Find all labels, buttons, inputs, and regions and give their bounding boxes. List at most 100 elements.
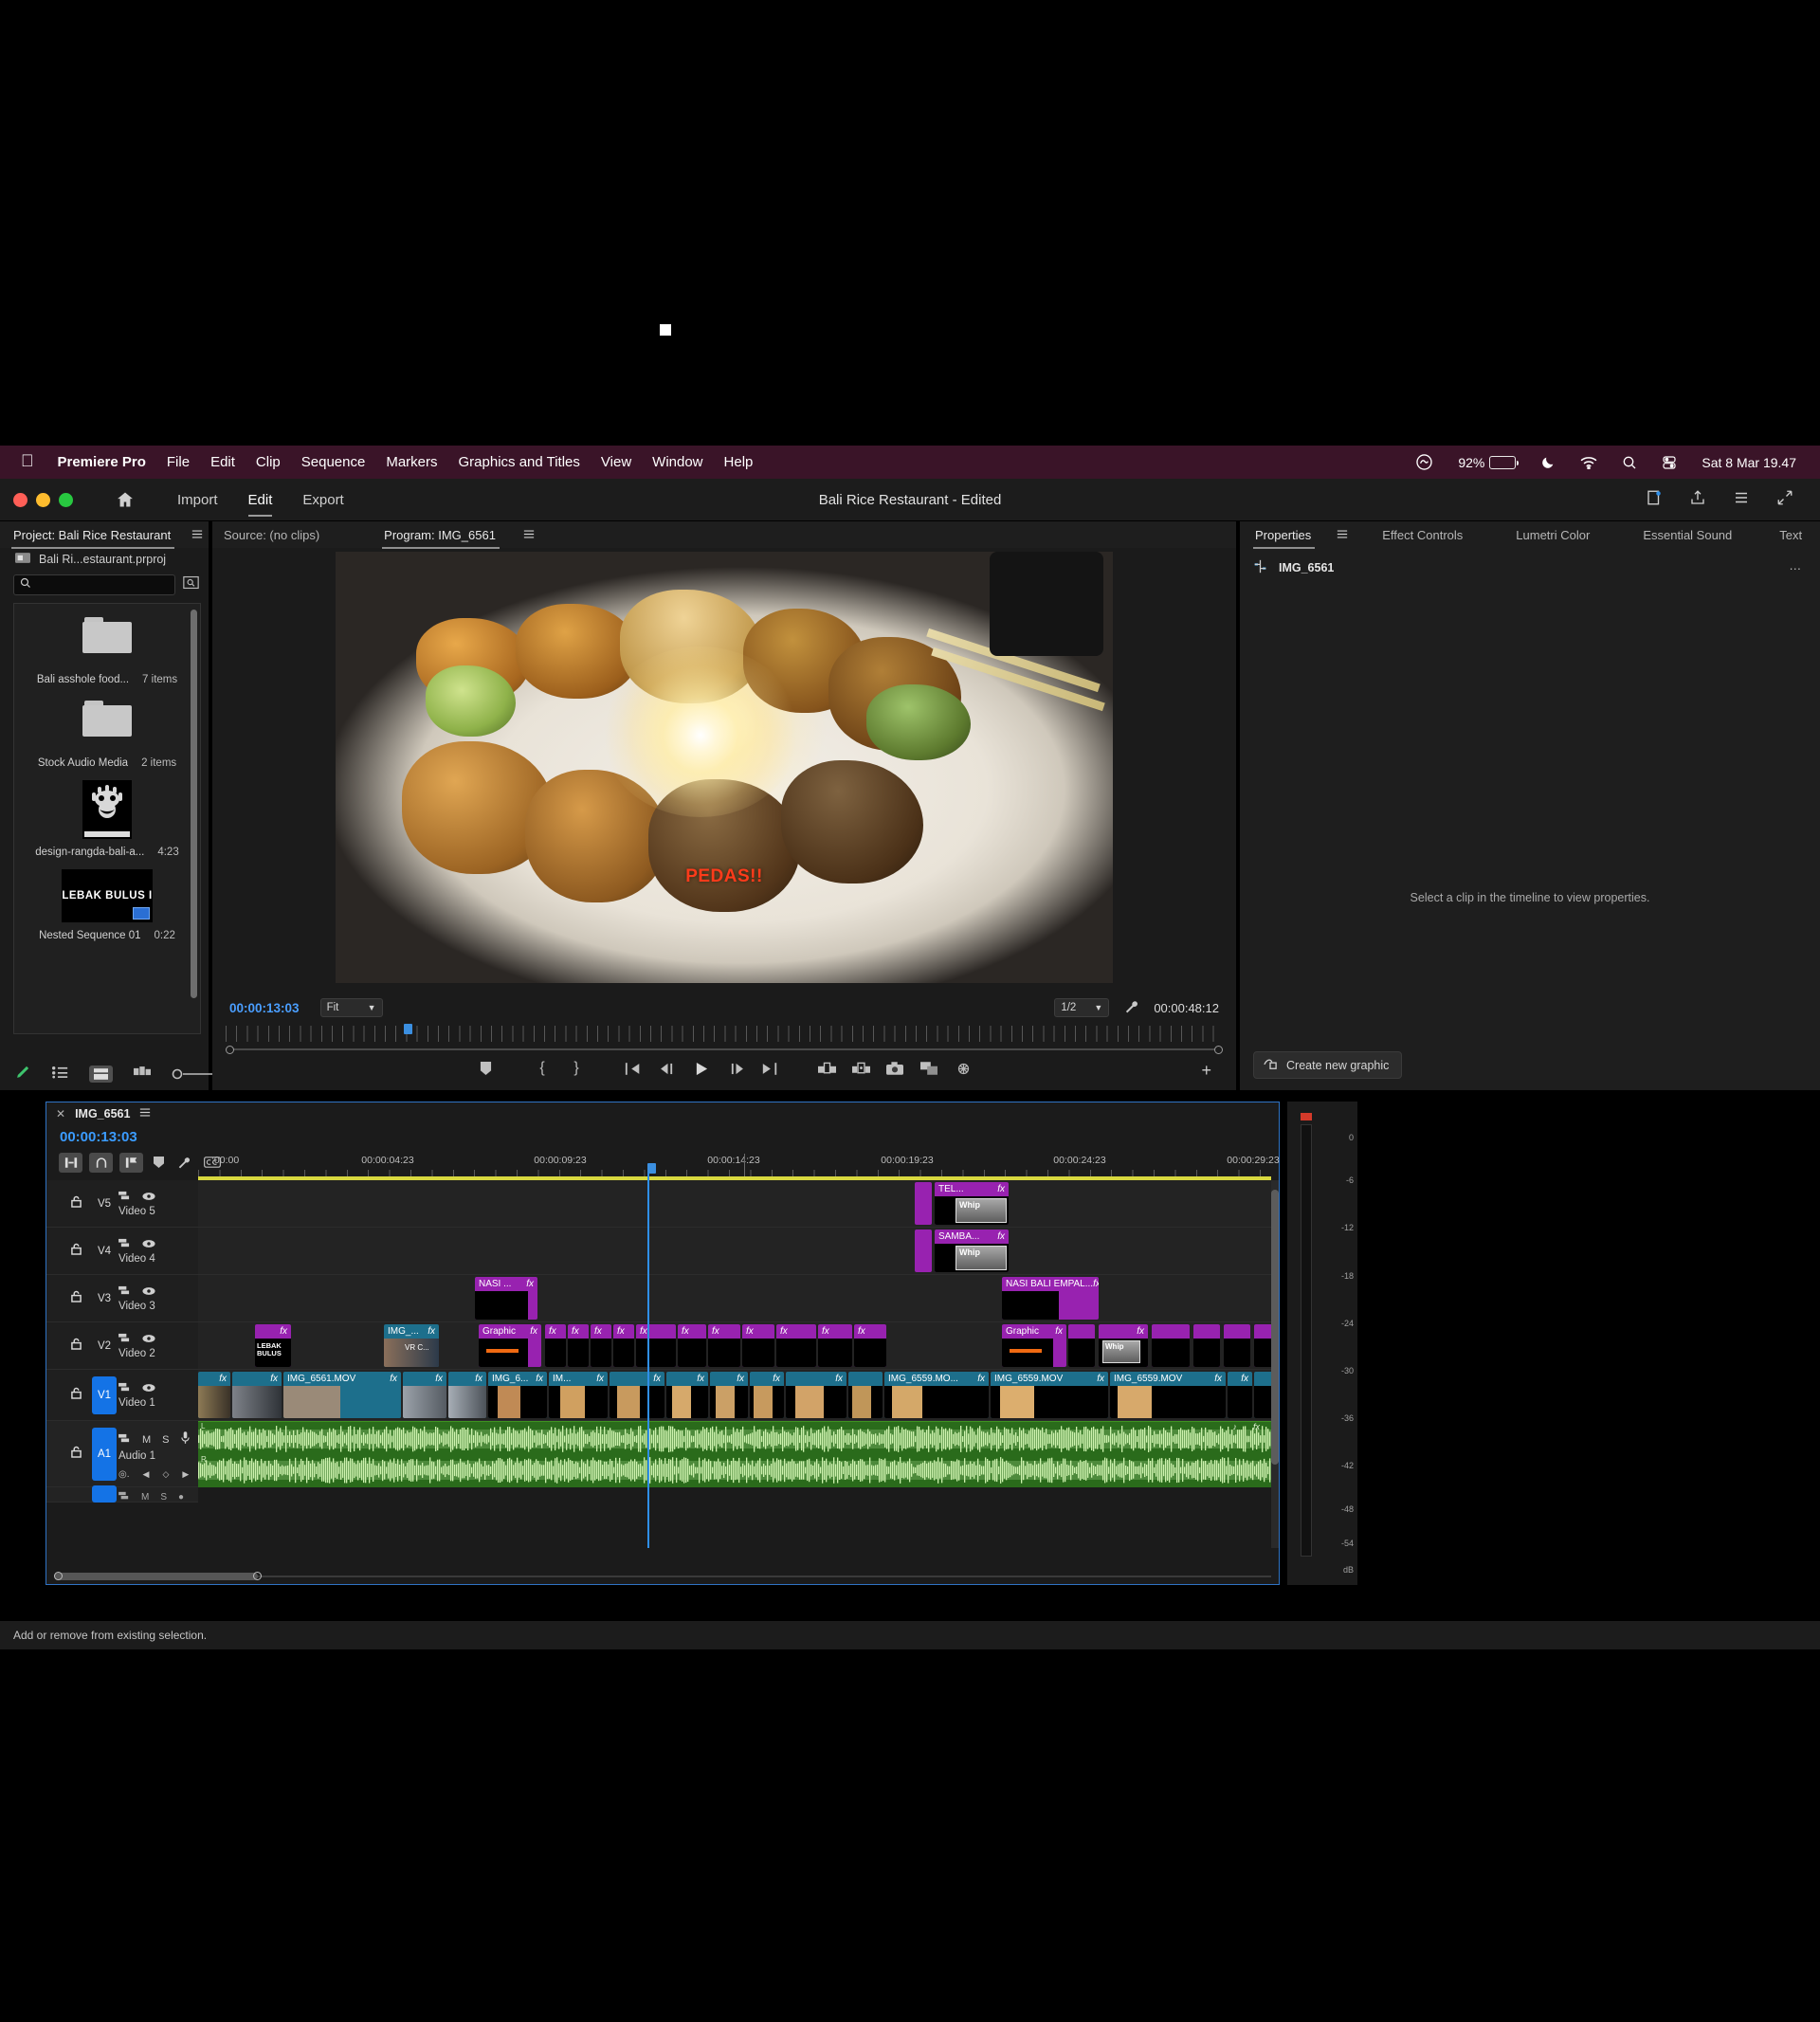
prev-keyframe-icon[interactable]: ◀ — [143, 1469, 150, 1480]
timeline-clip[interactable]: fx — [776, 1324, 816, 1367]
monitor-scrubber[interactable] — [212, 1022, 1236, 1054]
track-header-v2[interactable]: V2 Video 2 — [46, 1322, 198, 1370]
timeline-clip[interactable]: fx — [678, 1324, 706, 1367]
menu-view[interactable]: View — [591, 454, 642, 470]
timeline-clip[interactable]: fx — [708, 1324, 740, 1367]
timeline-clip[interactable]: Graphic fx — [1002, 1324, 1066, 1367]
timeline-settings-wrench-icon[interactable] — [173, 1153, 194, 1173]
workspace-list-icon[interactable] — [1733, 489, 1750, 511]
go-to-in-icon[interactable] — [616, 1062, 650, 1075]
control-center-icon[interactable] — [1649, 455, 1689, 470]
tab-project[interactable]: Project: Bali Rice Restaurant — [11, 528, 184, 549]
timeline-clip[interactable] — [1254, 1372, 1271, 1418]
bin-item-nested-sequence[interactable]: LEBAK BULUS I Nested Sequence 01 0:22 — [14, 858, 200, 941]
comparison-view-icon[interactable] — [912, 1062, 946, 1075]
tab-program-monitor[interactable]: Program: IMG_6561 — [382, 528, 509, 549]
timeline-clip[interactable]: fx — [710, 1372, 748, 1418]
timeline-clip[interactable]: NASI BALI EMPAL...fx — [1002, 1277, 1099, 1320]
timeline-clip[interactable]: fx — [568, 1324, 589, 1367]
extract-icon[interactable] — [844, 1062, 878, 1075]
timeline-clip[interactable]: fx — [545, 1324, 566, 1367]
timeline-clip[interactable] — [915, 1230, 932, 1272]
timeline-zoom-handle-left[interactable] — [54, 1572, 63, 1580]
do-not-disturb-moon-icon[interactable] — [1528, 455, 1568, 470]
unlocked-icon[interactable] — [71, 1446, 82, 1463]
step-forward-icon[interactable] — [719, 1063, 753, 1075]
timeline-clip[interactable]: fx — [591, 1324, 611, 1367]
timeline-clip[interactable]: fx — [854, 1324, 886, 1367]
timeline-clip[interactable]: fx — [448, 1372, 486, 1418]
add-marker-toggle-icon[interactable] — [119, 1152, 143, 1173]
menu-clip[interactable]: Clip — [246, 454, 291, 470]
lift-icon[interactable] — [810, 1062, 844, 1075]
toggle-sync-lock-icon[interactable] — [118, 1236, 131, 1253]
track-lane-v2[interactable]: fx LEBAK BULUS IMG_... fx VR C... Graphic… — [198, 1322, 1271, 1370]
solo-track-icon[interactable]: S — [162, 1434, 169, 1446]
close-window-button[interactable] — [13, 492, 27, 507]
track-lane-v4[interactable]: SAMBA... fx Whip — [198, 1228, 1271, 1275]
snap-in-timeline-icon[interactable] — [59, 1152, 82, 1173]
menu-bar-clock[interactable]: Sat 8 Mar 19.47 — [1689, 455, 1809, 470]
add-keyframe-icon[interactable]: ◇ — [162, 1469, 169, 1480]
toggle-sync-lock-icon[interactable] — [118, 1488, 130, 1505]
toggle-track-output-eye-icon[interactable] — [142, 1331, 155, 1348]
bin-item-folder-2[interactable]: Stock Audio Media 2 items — [14, 685, 200, 769]
track-lane-v5[interactable]: TEL... fx Whip — [198, 1180, 1271, 1228]
project-bin-list[interactable]: Bali asshole food... 7 items Stock Audio … — [13, 603, 201, 1034]
track-header-a1[interactable]: A1 M S Audio 1 ◎. ◀ ◇ ▶ — [46, 1421, 198, 1487]
panel-menu-icon[interactable] — [523, 528, 535, 542]
track-name-v1[interactable]: V1 — [92, 1375, 117, 1414]
menu-window[interactable]: Window — [642, 454, 713, 470]
menu-file[interactable]: File — [156, 454, 200, 470]
project-file-row[interactable]: Bali Ri...estaurant.prproj — [0, 548, 209, 573]
tab-source-monitor[interactable]: Source: (no clips) — [222, 528, 333, 542]
timeline-ruler[interactable]: :00:00 00:00:04:23 00:00:09:23 00:00:14:… — [198, 1154, 1280, 1176]
toggle-sync-lock-icon[interactable] — [118, 1431, 131, 1448]
timeline-clip[interactable] — [1068, 1324, 1095, 1367]
timeline-clip[interactable]: fx — [1228, 1372, 1252, 1418]
timeline-clip[interactable]: fx LEBAK BULUS — [255, 1324, 291, 1367]
step-back-icon[interactable] — [650, 1063, 684, 1075]
share-export-icon[interactable] — [1689, 489, 1706, 511]
timeline-clip[interactable] — [1224, 1324, 1250, 1367]
toggle-track-output-eye-icon[interactable] — [142, 1380, 155, 1397]
new-item-pen-icon[interactable] — [15, 1064, 31, 1084]
mute-track-icon[interactable]: M — [141, 1492, 149, 1503]
tab-lumetri-color[interactable]: Lumetri Color — [1514, 528, 1603, 542]
toggle-sync-lock-icon[interactable] — [118, 1189, 131, 1206]
timeline-clip[interactable]: SAMBA... fx Whip — [935, 1230, 1009, 1272]
mark-out-icon[interactable]: } — [559, 1060, 593, 1077]
mute-track-icon[interactable]: M — [142, 1434, 151, 1446]
timeline-clip[interactable]: fx — [198, 1372, 230, 1418]
tab-essential-sound[interactable]: Essential Sound — [1641, 528, 1745, 542]
toggle-sync-lock-icon[interactable] — [118, 1331, 131, 1348]
sequence-duration-timecode[interactable]: 00:00:48:12 — [1154, 1001, 1219, 1015]
track-lane-v3[interactable]: NASI ...fx NASI BALI EMPAL...fx — [198, 1275, 1271, 1322]
panel-menu-icon[interactable] — [1337, 528, 1348, 542]
scrubber-playhead[interactable] — [404, 1024, 412, 1034]
bin-item-image-rangda[interactable]: design-rangda-bali-a... 4:23 — [14, 769, 200, 858]
timeline-clip[interactable]: fx Whip — [1099, 1324, 1148, 1367]
toggle-track-output-eye-icon[interactable] — [142, 1236, 155, 1253]
menu-markers[interactable]: Markers — [375, 454, 447, 470]
maximize-window-button[interactable] — [59, 492, 73, 507]
tab-edit[interactable]: Edit — [233, 492, 288, 517]
unlocked-icon[interactable] — [71, 1195, 82, 1212]
track-header-v4[interactable]: V4 Video 4 — [46, 1228, 198, 1275]
timeline-clip[interactable]: fx — [750, 1372, 784, 1418]
search-field[interactable] — [31, 579, 169, 591]
linked-selection-icon[interactable] — [89, 1152, 113, 1173]
timeline-zoom-handle-right[interactable] — [253, 1572, 262, 1580]
apple-logo-icon[interactable]:  — [11, 451, 47, 474]
marker-icon[interactable] — [150, 1153, 167, 1173]
timeline-clip[interactable]: fx — [232, 1372, 282, 1418]
timeline-clip[interactable]: IMG_6559.MO... fx — [884, 1372, 989, 1418]
menu-help[interactable]: Help — [714, 454, 764, 470]
track-name-a2[interactable] — [92, 1485, 117, 1503]
new-item-icon[interactable] — [1646, 489, 1663, 511]
spotlight-search-icon[interactable] — [1610, 455, 1649, 470]
zoom-slider-icon[interactable] — [172, 1068, 215, 1080]
show-keyframes-icon[interactable]: ◎. — [118, 1469, 130, 1480]
unlocked-icon[interactable] — [71, 1290, 82, 1307]
timeline-clip[interactable]: fx — [786, 1372, 846, 1418]
